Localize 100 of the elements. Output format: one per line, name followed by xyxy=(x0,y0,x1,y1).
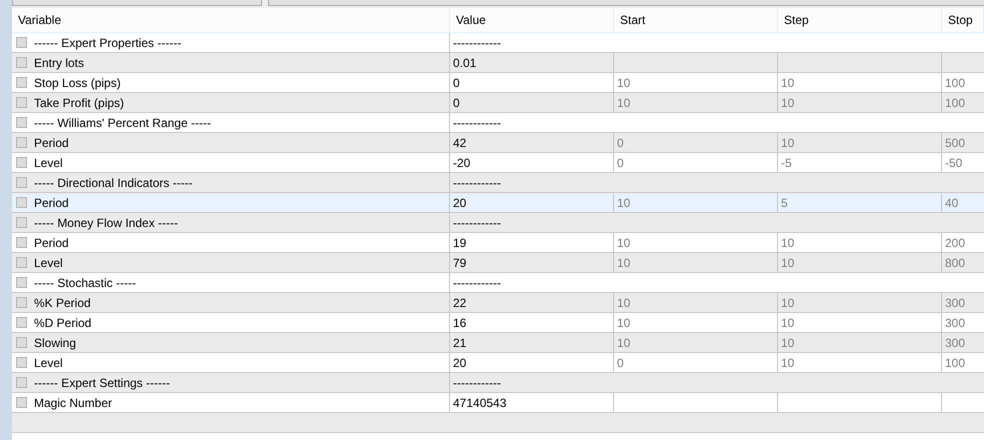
table-row[interactable]: Period 20 10 5 40 xyxy=(12,193,984,213)
checkbox[interactable] xyxy=(16,157,27,168)
checkbox[interactable] xyxy=(16,397,27,408)
checkbox[interactable] xyxy=(16,57,27,68)
table-row[interactable]: ----- Money Flow Index ----- ------------ xyxy=(12,213,984,233)
cell-value: 47140543 xyxy=(453,394,506,412)
table-row[interactable]: Period 42 0 10 500 xyxy=(12,133,984,153)
cell-value: 10 xyxy=(781,234,794,252)
cell-value: 0 xyxy=(453,94,460,112)
checkbox[interactable] xyxy=(16,237,27,248)
parameter-name: Level xyxy=(34,354,63,372)
cell-value: -50 xyxy=(945,154,962,172)
cell-value: -20 xyxy=(453,154,470,172)
column-header[interactable]: Value xyxy=(450,8,614,32)
checkbox[interactable] xyxy=(16,97,27,108)
column-header[interactable]: Step xyxy=(778,8,942,32)
table-row[interactable]: ------ Expert Properties ------ ------------ xyxy=(12,33,984,53)
parameter-name: Period xyxy=(34,194,69,212)
cell-value: ------------ xyxy=(453,374,501,392)
checkbox[interactable] xyxy=(16,77,27,88)
parameter-name: Level xyxy=(34,154,63,172)
cell-value: 200 xyxy=(945,234,966,252)
checkbox[interactable] xyxy=(16,117,27,128)
table-row[interactable]: ------ Expert Settings ------ ------------ xyxy=(12,373,984,393)
table-row[interactable]: ----- Stochastic ----- ------------ xyxy=(12,273,984,293)
cell-value: 10 xyxy=(617,194,630,212)
cell-value: 10 xyxy=(781,254,794,272)
cell-value: 300 xyxy=(945,294,966,312)
parameter-name: Period xyxy=(34,234,69,252)
table-row[interactable]: Level 79 10 10 800 xyxy=(12,253,984,273)
cell-value: 0 xyxy=(617,134,624,152)
cell-value: 22 xyxy=(453,294,466,312)
cell-value: 800 xyxy=(945,254,966,272)
cell-value: 19 xyxy=(453,234,466,252)
section-title: ----- Stochastic ----- xyxy=(34,274,136,292)
section-title: ------ Expert Properties ------ xyxy=(34,34,182,52)
column-header[interactable]: Stop xyxy=(942,8,984,32)
table-row[interactable]: %K Period 22 10 10 300 xyxy=(12,293,984,313)
cell-value: 40 xyxy=(945,194,958,212)
checkbox[interactable] xyxy=(16,197,27,208)
checkbox[interactable] xyxy=(16,317,27,328)
cell-value: 10 xyxy=(617,94,630,112)
cell-value: 300 xyxy=(945,334,966,352)
checkbox[interactable] xyxy=(16,137,27,148)
cell-value: 10 xyxy=(781,74,794,92)
section-title: ----- Directional Indicators ----- xyxy=(34,174,193,192)
parameter-name: %D Period xyxy=(34,314,92,332)
table-row[interactable]: Stop Loss (pips) 0 10 10 100 xyxy=(12,73,984,93)
cell-value: 16 xyxy=(453,314,466,332)
table-row[interactable]: Slowing 21 10 10 300 xyxy=(12,333,984,353)
cell-value: 0.01 xyxy=(453,54,476,72)
cell-value: 10 xyxy=(781,354,794,372)
cell-value: 10 xyxy=(781,314,794,332)
checkbox[interactable] xyxy=(16,37,27,48)
cell-value: 21 xyxy=(453,334,466,352)
checkbox[interactable] xyxy=(16,277,27,288)
table-row[interactable]: ----- Williams' Percent Range ----- ------------ xyxy=(12,113,984,133)
parameter-name: Stop Loss (pips) xyxy=(34,74,121,92)
parameter-name: Take Profit (pips) xyxy=(34,94,124,112)
section-title: ----- Williams' Percent Range ----- xyxy=(34,114,211,132)
cell-value: 10 xyxy=(617,314,630,332)
cell-value: 20 xyxy=(453,354,466,372)
cell-value: 10 xyxy=(781,294,794,312)
checkbox[interactable] xyxy=(16,177,27,188)
cell-value: 0 xyxy=(617,354,624,372)
cell-value: ------------ xyxy=(453,34,501,52)
cell-value: 0 xyxy=(453,74,460,92)
table-row[interactable]: %D Period 16 10 10 300 xyxy=(12,313,984,333)
dropdown-field[interactable] xyxy=(268,0,984,6)
checkbox[interactable] xyxy=(16,337,27,348)
column-header[interactable]: Start xyxy=(614,8,778,32)
checkbox[interactable] xyxy=(16,377,27,388)
parameter-name: Level xyxy=(34,254,63,272)
parameter-name: Period xyxy=(34,134,69,152)
cell-value: 100 xyxy=(945,354,966,372)
table-row[interactable]: Level -20 0 -5 -50 xyxy=(12,153,984,173)
table-row[interactable]: Entry lots 0.01 xyxy=(12,53,984,73)
checkbox[interactable] xyxy=(16,257,27,268)
cell-value: ------------ xyxy=(453,214,501,232)
section-title: ----- Money Flow Index ----- xyxy=(34,214,178,232)
cell-value: 100 xyxy=(945,74,966,92)
cell-value: 10 xyxy=(617,234,630,252)
cell-value: 20 xyxy=(453,194,466,212)
cell-value: 79 xyxy=(453,254,466,272)
table-row[interactable]: Level 20 0 10 100 xyxy=(12,353,984,373)
table-row[interactable]: Take Profit (pips) 0 10 10 100 xyxy=(12,93,984,113)
checkbox[interactable] xyxy=(16,297,27,308)
table-row[interactable]: Period 19 10 10 200 xyxy=(12,233,984,253)
table-row[interactable]: Magic Number 47140543 xyxy=(12,393,984,413)
column-header[interactable]: Variable xyxy=(12,8,450,32)
cell-value: 500 xyxy=(945,134,966,152)
cell-value: 100 xyxy=(945,94,966,112)
table-row[interactable]: ----- Directional Indicators ----- ------------ xyxy=(12,173,984,193)
parameter-name: Magic Number xyxy=(34,394,112,412)
checkbox[interactable] xyxy=(16,357,27,368)
checkbox[interactable] xyxy=(16,217,27,228)
cell-value: 42 xyxy=(453,134,466,152)
cell-value: 300 xyxy=(945,314,966,332)
cell-value: 10 xyxy=(617,294,630,312)
dropdown-field[interactable] xyxy=(12,0,262,6)
